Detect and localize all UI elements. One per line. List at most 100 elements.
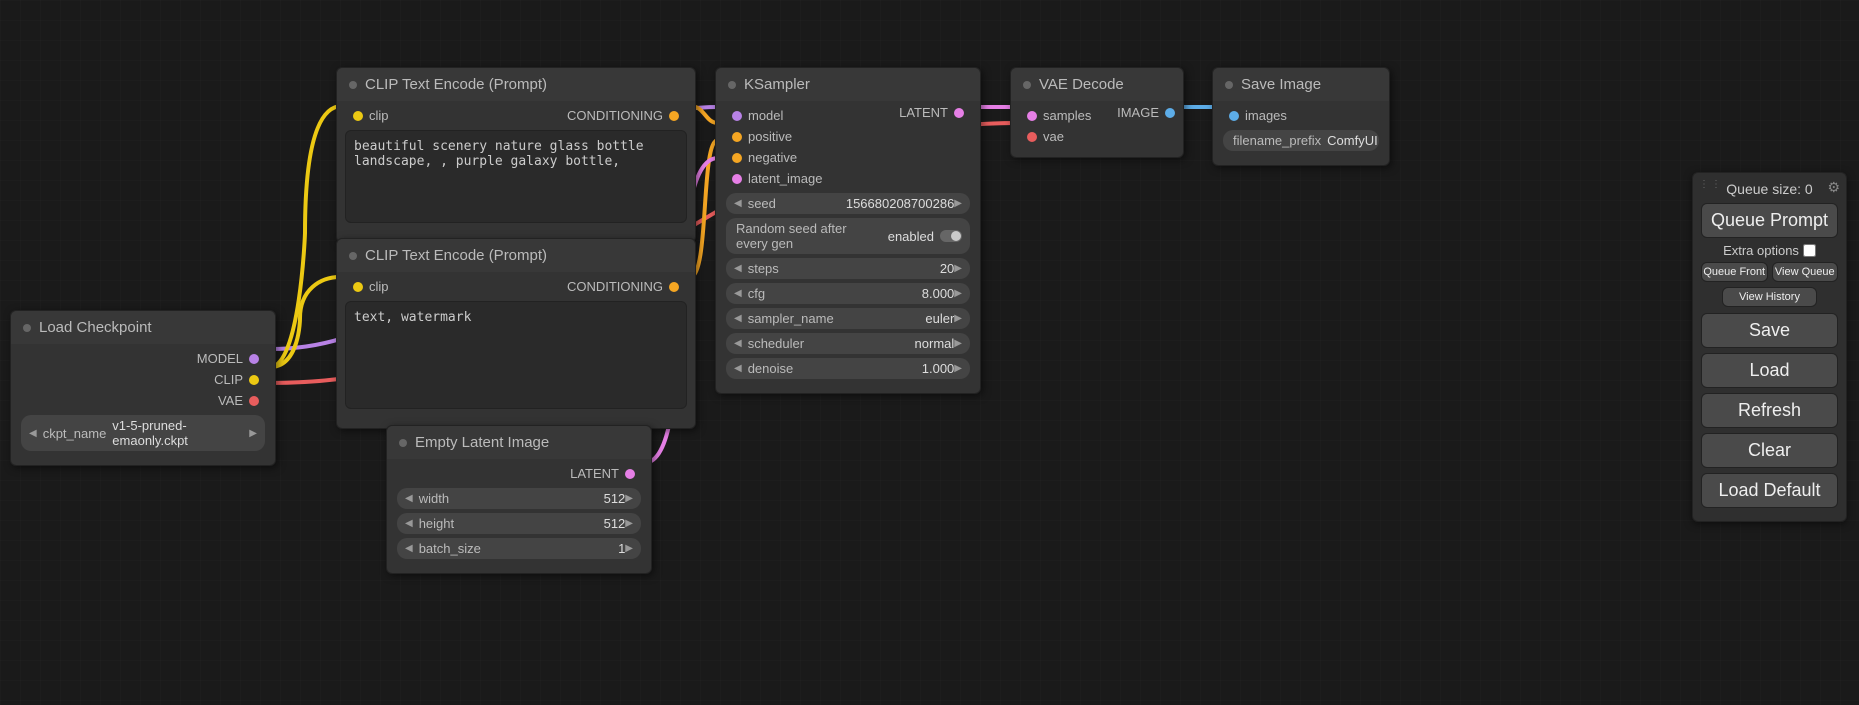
- collapse-dot-icon: [349, 252, 357, 260]
- chevron-right-icon[interactable]: ▶: [954, 198, 962, 209]
- extra-options-row[interactable]: Extra options: [1701, 243, 1838, 258]
- port-images-in[interactable]: [1229, 111, 1239, 121]
- gear-icon[interactable]: ⚙: [1827, 179, 1840, 196]
- port-vae[interactable]: [249, 396, 259, 406]
- chevron-right-icon[interactable]: ▶: [249, 428, 257, 439]
- input-latent-image: latent_image: [724, 168, 972, 189]
- chevron-left-icon[interactable]: ◀: [734, 338, 742, 349]
- extra-options-checkbox[interactable]: [1803, 244, 1816, 257]
- chevron-left-icon[interactable]: ◀: [734, 313, 742, 324]
- input-vae: vae: [1019, 126, 1175, 147]
- load-button[interactable]: Load: [1701, 353, 1838, 388]
- node-load-checkpoint[interactable]: Load Checkpoint MODEL CLIP VAE ◀ ckpt_na…: [10, 310, 276, 466]
- prompt-textarea[interactable]: [345, 130, 687, 223]
- widget-filename-prefix[interactable]: filename_prefixComfyUI: [1223, 130, 1379, 151]
- node-clip-text-encode-positive[interactable]: CLIP Text Encode (Prompt) clip CONDITION…: [336, 67, 696, 243]
- widget-width[interactable]: ◀width512▶: [397, 488, 641, 509]
- collapse-dot-icon: [23, 324, 31, 332]
- output-vae: VAE: [19, 390, 267, 411]
- chevron-left-icon[interactable]: ◀: [734, 198, 742, 209]
- widget-scheduler[interactable]: ◀schedulernormal▶: [726, 333, 970, 354]
- chevron-right-icon[interactable]: ▶: [954, 313, 962, 324]
- widget-height[interactable]: ◀height512▶: [397, 513, 641, 534]
- input-images: images: [1221, 105, 1381, 126]
- widget-random-seed[interactable]: Random seed after every genenabled: [726, 218, 970, 254]
- chevron-left-icon[interactable]: ◀: [734, 288, 742, 299]
- toggle-icon[interactable]: [940, 230, 962, 242]
- queue-prompt-button[interactable]: Queue Prompt: [1701, 203, 1838, 238]
- input-positive: positive: [724, 126, 972, 147]
- node-clip-text-encode-negative[interactable]: CLIP Text Encode (Prompt) clip CONDITION…: [336, 238, 696, 429]
- chevron-left-icon[interactable]: ◀: [405, 493, 413, 504]
- widget-seed[interactable]: ◀seed156680208700286▶: [726, 193, 970, 214]
- refresh-button[interactable]: Refresh: [1701, 393, 1838, 428]
- port-image-out[interactable]: [1165, 108, 1175, 118]
- node-save-image[interactable]: Save Image images filename_prefixComfyUI: [1212, 67, 1390, 166]
- node-header[interactable]: Empty Latent Image: [387, 426, 651, 459]
- chevron-left-icon[interactable]: ◀: [405, 543, 413, 554]
- queue-front-button[interactable]: Queue Front: [1701, 262, 1768, 282]
- node-header[interactable]: CLIP Text Encode (Prompt): [337, 239, 695, 272]
- chevron-left-icon[interactable]: ◀: [734, 363, 742, 374]
- node-title: VAE Decode: [1039, 76, 1124, 93]
- node-header[interactable]: Save Image: [1213, 68, 1389, 101]
- collapse-dot-icon: [399, 439, 407, 447]
- clear-button[interactable]: Clear: [1701, 433, 1838, 468]
- output-latent: LATENT: [899, 105, 970, 120]
- load-default-button[interactable]: Load Default: [1701, 473, 1838, 508]
- node-header[interactable]: VAE Decode: [1011, 68, 1183, 101]
- port-model-in[interactable]: [732, 111, 742, 121]
- widget-sampler-name[interactable]: ◀sampler_nameeuler▶: [726, 308, 970, 329]
- port-positive-in[interactable]: [732, 132, 742, 142]
- port-negative-in[interactable]: [732, 153, 742, 163]
- node-empty-latent-image[interactable]: Empty Latent Image LATENT ◀width512▶ ◀he…: [386, 425, 652, 574]
- port-clip[interactable]: [249, 375, 259, 385]
- node-vae-decode[interactable]: VAE Decode samples IMAGE vae: [1010, 67, 1184, 158]
- widget-cfg[interactable]: ◀cfg8.000▶: [726, 283, 970, 304]
- chevron-left-icon[interactable]: ◀: [734, 263, 742, 274]
- chevron-right-icon[interactable]: ▶: [954, 263, 962, 274]
- prompt-textarea[interactable]: [345, 301, 687, 409]
- chevron-right-icon[interactable]: ▶: [625, 518, 633, 529]
- port-vae-in[interactable]: [1027, 132, 1037, 142]
- view-history-button[interactable]: View History: [1722, 287, 1818, 307]
- collapse-dot-icon: [1225, 81, 1233, 89]
- widget-steps[interactable]: ◀steps20▶: [726, 258, 970, 279]
- widget-denoise[interactable]: ◀denoise1.000▶: [726, 358, 970, 379]
- output-model: MODEL: [19, 348, 267, 369]
- widget-batch-size[interactable]: ◀batch_size1▶: [397, 538, 641, 559]
- view-queue-button[interactable]: View Queue: [1772, 262, 1839, 282]
- chevron-right-icon[interactable]: ▶: [954, 288, 962, 299]
- node-title: CLIP Text Encode (Prompt): [365, 247, 547, 264]
- control-panel[interactable]: ⋮⋮ ⚙ Queue size: 0 Queue Prompt Extra op…: [1692, 172, 1847, 522]
- output-conditioning: CONDITIONING: [565, 276, 687, 297]
- grip-icon[interactable]: ⋮⋮: [1699, 179, 1723, 190]
- port-clip-in[interactable]: [353, 282, 363, 292]
- port-conditioning-out[interactable]: [669, 282, 679, 292]
- save-button[interactable]: Save: [1701, 313, 1838, 348]
- collapse-dot-icon: [349, 81, 357, 89]
- node-header[interactable]: KSampler: [716, 68, 980, 101]
- port-samples-in[interactable]: [1027, 111, 1037, 121]
- collapse-dot-icon: [1023, 81, 1031, 89]
- port-clip-in[interactable]: [353, 111, 363, 121]
- node-ksampler[interactable]: KSampler model LATENT positive negative …: [715, 67, 981, 394]
- port-conditioning-out[interactable]: [669, 111, 679, 121]
- output-conditioning: CONDITIONING: [565, 105, 687, 126]
- port-model[interactable]: [249, 354, 259, 364]
- chevron-right-icon[interactable]: ▶: [954, 338, 962, 349]
- chevron-left-icon[interactable]: ◀: [29, 428, 37, 439]
- port-latent-in[interactable]: [732, 174, 742, 184]
- chevron-right-icon[interactable]: ▶: [625, 493, 633, 504]
- collapse-dot-icon: [728, 81, 736, 89]
- chevron-left-icon[interactable]: ◀: [405, 518, 413, 529]
- widget-ckpt-name[interactable]: ◀ ckpt_name v1-5-pruned-emaonly.ckpt ▶: [21, 415, 265, 451]
- node-header[interactable]: Load Checkpoint: [11, 311, 275, 344]
- chevron-right-icon[interactable]: ▶: [625, 543, 633, 554]
- port-latent-out[interactable]: [954, 108, 964, 118]
- port-latent-out[interactable]: [625, 469, 635, 479]
- node-header[interactable]: CLIP Text Encode (Prompt): [337, 68, 695, 101]
- chevron-right-icon[interactable]: ▶: [954, 363, 962, 374]
- node-title: Save Image: [1241, 76, 1321, 93]
- node-title: CLIP Text Encode (Prompt): [365, 76, 547, 93]
